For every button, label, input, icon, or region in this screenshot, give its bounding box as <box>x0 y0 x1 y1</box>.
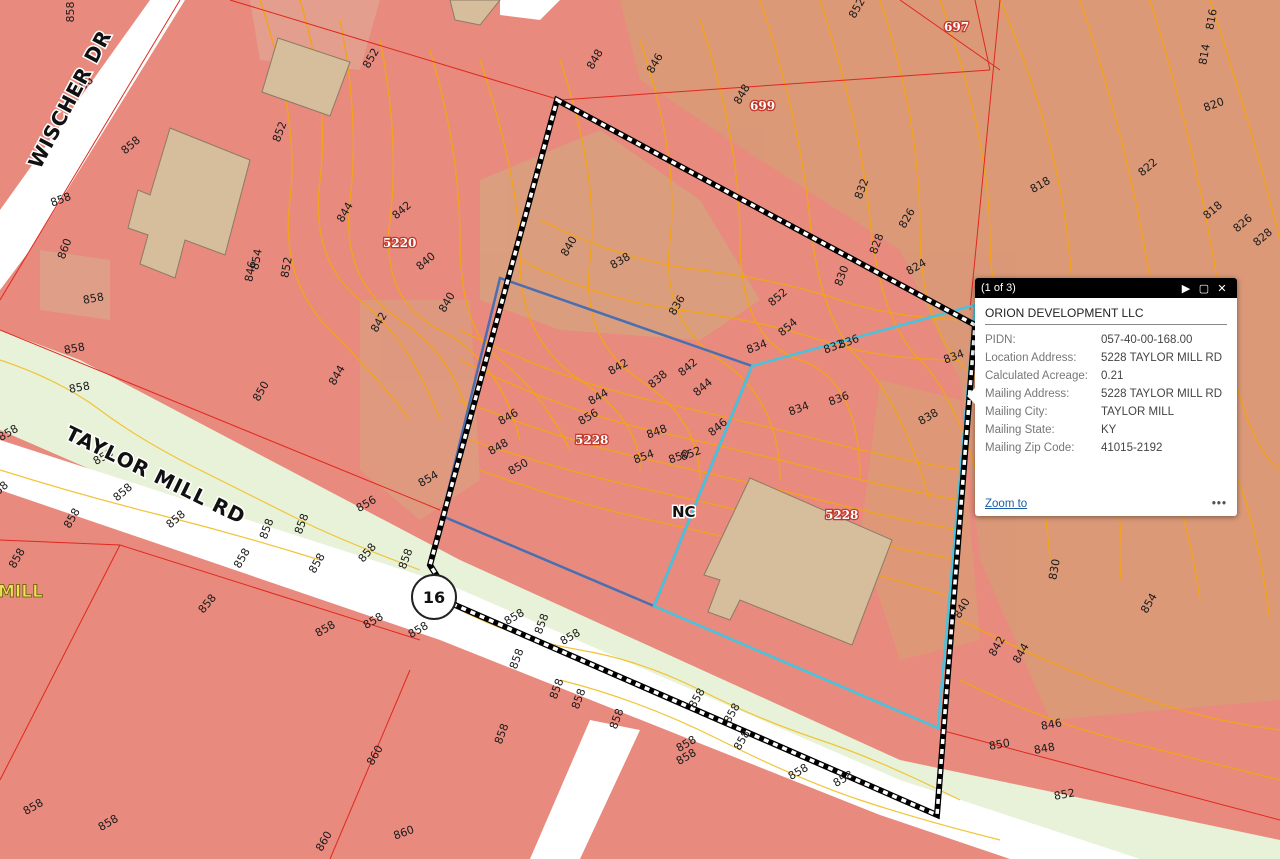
attribute-row: Mailing Zip Code: 41015-2192 <box>985 439 1222 457</box>
attribute-label: PIDN: <box>985 334 1016 346</box>
contour-label: 858 <box>64 2 77 23</box>
maximize-icon[interactable]: ▢ <box>1195 282 1213 295</box>
route-number: 16 <box>423 588 445 607</box>
attribute-value: 0.21 <box>1101 370 1124 382</box>
route-shield: 16 <box>411 574 457 620</box>
address-label: 5228 <box>825 508 858 522</box>
road-label-mill: MILL <box>0 582 43 602</box>
attribute-row: PIDN: 057-40-00-168.00 <box>985 331 1222 349</box>
attribute-label: Location Address: <box>985 352 1077 364</box>
popup-pointer <box>967 388 975 404</box>
popup-header: (1 of 3) ▶ ▢ ✕ <box>975 278 1237 298</box>
attribute-value: 5228 TAYLOR MILL RD <box>1101 388 1223 400</box>
popup-title: ORION DEVELOPMENT LLC <box>985 306 1227 325</box>
attribute-value: TAYLOR MILL <box>1101 406 1175 418</box>
attribute-row: Location Address: 5228 TAYLOR MILL RD <box>985 349 1222 367</box>
zone-label: NC <box>672 503 696 521</box>
attribute-value: 5228 TAYLOR MILL RD <box>1101 352 1223 364</box>
play-icon[interactable]: ▶ <box>1177 282 1195 295</box>
attribute-row: Mailing City: TAYLOR MILL <box>985 403 1222 421</box>
attribute-value: 41015-2192 <box>1101 442 1163 454</box>
attribute-label: Mailing City: <box>985 406 1048 418</box>
attribute-label: Mailing Zip Code: <box>985 442 1075 454</box>
attribute-row: Mailing Address: 5228 TAYLOR MILL RD <box>985 385 1222 403</box>
address-label: 5220 <box>383 236 416 250</box>
address-label: 699 <box>750 99 775 113</box>
attribute-row: Mailing State: KY <box>985 421 1222 439</box>
attribute-value: 057-40-00-168.00 <box>1101 334 1193 346</box>
info-popup[interactable]: (1 of 3) ▶ ▢ ✕ ORION DEVELOPMENT LLC PID… <box>967 278 1237 516</box>
popup-footer: Zoom to ••• <box>985 498 1227 510</box>
attribute-label: Mailing Address: <box>985 388 1070 400</box>
zoom-to-link[interactable]: Zoom to <box>985 498 1027 510</box>
address-label: 5228 <box>575 433 608 447</box>
more-options-icon[interactable]: ••• <box>1212 498 1227 510</box>
address-label: 697 <box>944 20 969 34</box>
attribute-label: Mailing State: <box>985 424 1055 436</box>
close-icon[interactable]: ✕ <box>1213 282 1231 295</box>
attribute-value: KY <box>1101 424 1117 436</box>
popup-count: (1 of 3) <box>981 282 1016 294</box>
attribute-row: Calculated Acreage: 0.21 <box>985 367 1222 385</box>
popup-attributes: PIDN: 057-40-00-168.00 Location Address: 5… <box>985 331 1222 457</box>
attribute-label: Calculated Acreage: <box>985 370 1088 382</box>
